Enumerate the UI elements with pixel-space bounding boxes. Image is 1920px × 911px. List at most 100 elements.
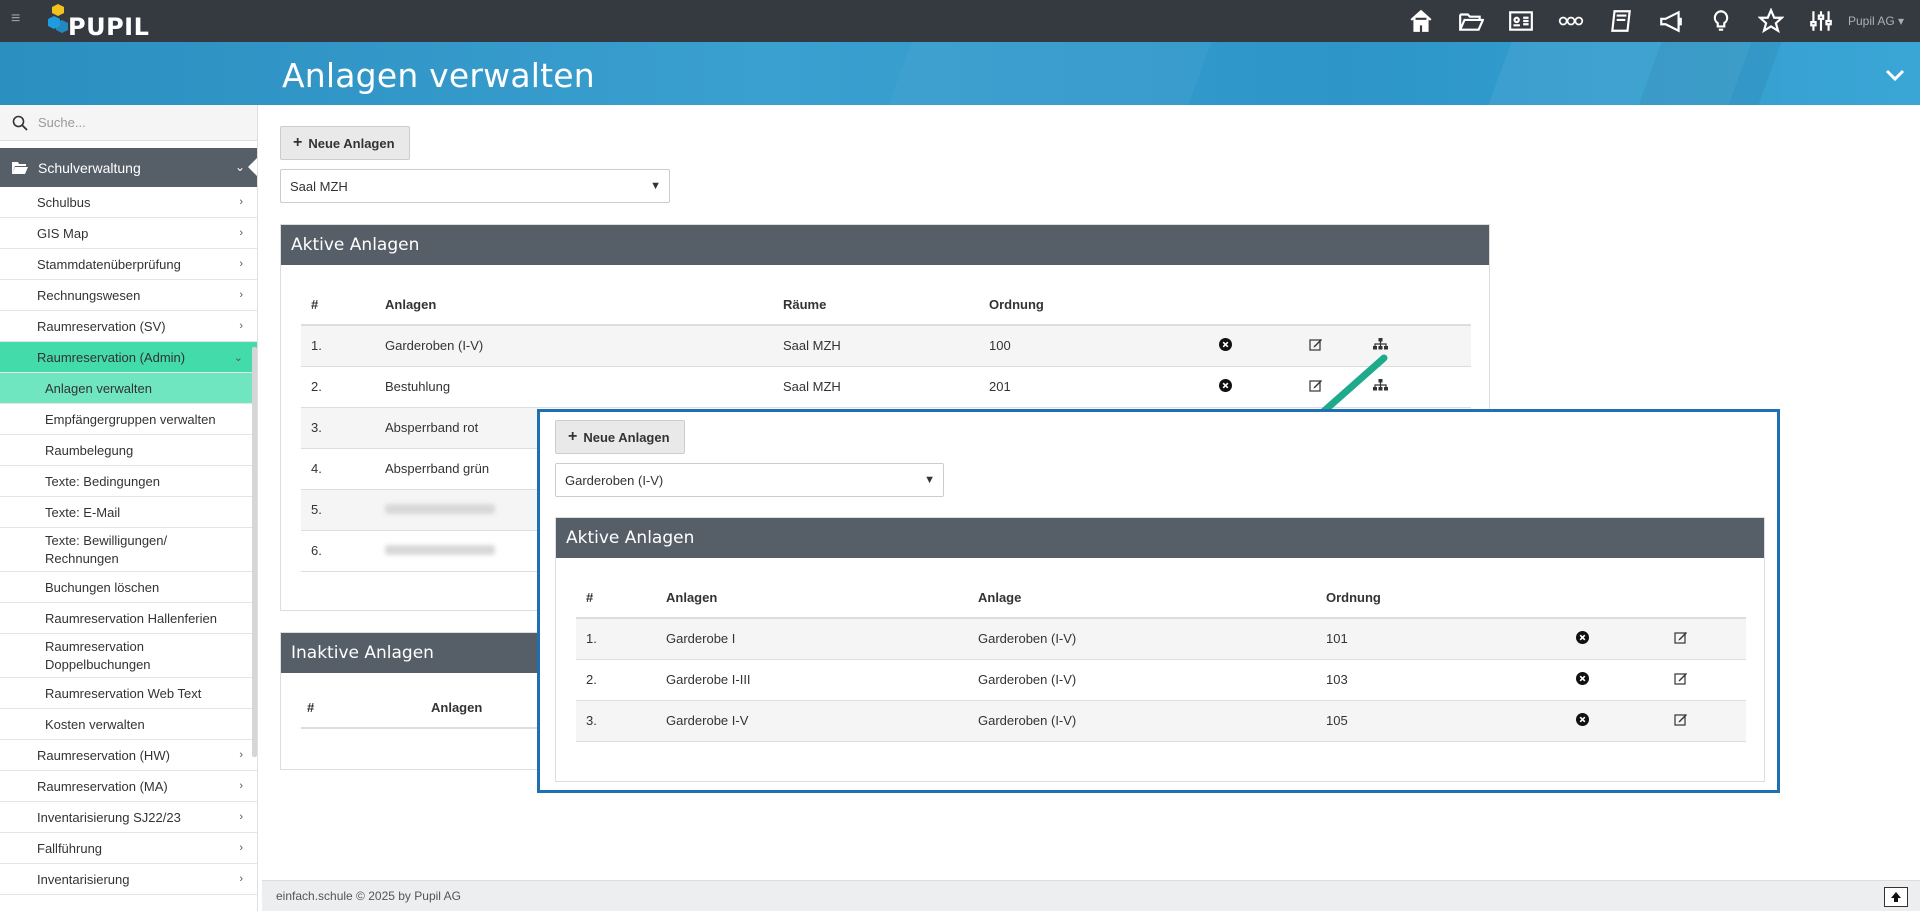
chevron-right-icon: › [239, 811, 243, 823]
sidebar-scrollbar[interactable] [252, 347, 257, 757]
sidebar-subitem-texte-bedingungen[interactable]: Texte: Bedingungen [0, 466, 257, 497]
sidebar-subitem-empfaengergruppen[interactable]: Empfängergruppen verwalten [0, 404, 257, 435]
sidebar-item-stammdaten[interactable]: Stammdatenüberprüfung › [0, 249, 257, 280]
table-row[interactable]: 2. Garderobe I-III Garderoben (I-V) 103 [576, 659, 1746, 701]
sidebar-item-label: Raumreservation (MA) [37, 778, 168, 794]
sidebar-item-label: Raumreservation (Admin) [37, 349, 186, 365]
column-header: Anlage [978, 578, 1326, 619]
sidebar-item-label: Raumreservation Web Text [45, 685, 202, 701]
order-value: 100 [989, 325, 1219, 367]
anlage-name: Garderobe I-V [666, 700, 978, 742]
row-number: 6. [301, 530, 385, 572]
edit-icon[interactable] [1674, 713, 1688, 726]
sliders-icon[interactable] [1796, 0, 1846, 42]
sidebar-item-label: Schulbus [37, 194, 91, 210]
lightbulb-icon[interactable] [1696, 0, 1746, 42]
button-label: Neue Anlagen [583, 429, 670, 445]
sidebar-item-raumreservation-admin[interactable]: Raumreservation (Admin) ⌄ [0, 342, 257, 373]
pupil-logo[interactable]: PUPIL [48, 2, 149, 41]
chevron-right-icon: › [239, 749, 243, 761]
star-icon[interactable] [1746, 0, 1796, 42]
chevron-right-icon: › [239, 873, 243, 885]
new-anlagen-button[interactable]: + Neue Anlagen [555, 420, 685, 454]
scroll-top-button[interactable] [1884, 887, 1908, 907]
anlage-select[interactable]: Garderoben (I-V) ▼ [555, 463, 944, 497]
sidebar-item-inventarisierung[interactable]: Inventarisierung › [0, 864, 257, 895]
logo-text: PUPIL [68, 13, 150, 41]
megaphone-icon[interactable] [1646, 0, 1696, 42]
folder-open-icon[interactable] [1446, 0, 1496, 42]
chevron-down-icon: ▼ [650, 180, 661, 192]
user-name: Pupil AG [1848, 14, 1895, 28]
delete-icon[interactable] [1219, 337, 1232, 351]
sidebar-subitem-raumbelegung[interactable]: Raumbelegung [0, 435, 257, 466]
user-menu[interactable]: Pupil AG ▾ [1848, 14, 1904, 28]
sidebar-item-label: Raumreservation Doppelbuchungen [45, 638, 151, 672]
sidebar-item-raumreservation-sv[interactable]: Raumreservation (SV) › [0, 311, 257, 342]
sidebar-subitem-web-text[interactable]: Raumreservation Web Text [0, 678, 257, 709]
anlage-name: Garderobe I-III [666, 659, 978, 701]
row-number: 1. [576, 618, 666, 660]
sidebar-item-label: Buchungen löschen [45, 579, 160, 595]
parent-anlage: Garderoben (I-V) [978, 700, 1326, 742]
sidebar-section-label: Schulverwaltung [38, 159, 141, 176]
overlay-active-panel: Aktive Anlagen # Anlagen Anlage Ordnung … [555, 517, 1765, 782]
delete-icon[interactable] [1576, 712, 1589, 726]
sidebar-item-raumreservation-hw[interactable]: Raumreservation (HW) › [0, 740, 257, 771]
delete-icon[interactable] [1576, 630, 1589, 644]
search-input[interactable]: Suche... [38, 115, 86, 130]
sidebar-subitem-hallenferien[interactable]: Raumreservation Hallenferien [0, 603, 257, 634]
home-icon[interactable] [1396, 0, 1446, 42]
sidebar-item-label: Texte: Bewilligungen/ Rechnungen [45, 532, 168, 566]
sidebar: Suche... Schulverwaltung ⌄ Schulbus › GIS… [0, 105, 258, 911]
sidebar-item-schulbus[interactable]: Schulbus › [0, 187, 257, 218]
chevron-down-icon[interactable] [1884, 64, 1906, 86]
sidebar-subitem-buchungen-loeschen[interactable]: Buchungen löschen [0, 572, 257, 603]
id-card-icon[interactable] [1496, 0, 1546, 42]
table-header-row: # Anlagen Räume Ordnung [301, 285, 1471, 326]
column-header: # [576, 578, 666, 619]
anlage-name: Garderoben (I-V) [385, 325, 783, 367]
infinity-icon[interactable] [1546, 0, 1596, 42]
sidebar-search[interactable]: Suche... [0, 105, 257, 141]
sitemap-icon[interactable] [1373, 338, 1388, 350]
sidebar-item-fallfuehrung[interactable]: Fallführung › [0, 833, 257, 864]
delete-icon[interactable] [1576, 671, 1589, 685]
sidebar-subitem-kosten[interactable]: Kosten verwalten [0, 709, 257, 740]
row-number: 3. [301, 407, 385, 449]
room-name: Saal MZH [783, 366, 989, 408]
chevron-down-icon: ⌄ [234, 160, 245, 174]
sidebar-item-label: Raumreservation (SV) [37, 318, 166, 334]
table-header-row: # Anlagen Anlage Ordnung [576, 578, 1746, 619]
edit-icon[interactable] [1674, 631, 1688, 644]
button-label: Neue Anlagen [308, 135, 395, 151]
menu-icon[interactable]: ≡ [11, 11, 27, 27]
sidebar-subitem-doppelbuchungen[interactable]: Raumreservation Doppelbuchungen [0, 634, 257, 678]
sidebar-subitem-anlagen-verwalten[interactable]: Anlagen verwalten [0, 373, 257, 404]
sidebar-item-raumreservation-ma[interactable]: Raumreservation (MA) › [0, 771, 257, 802]
column-header: Anlagen [385, 285, 783, 326]
sidebar-item-inventarisierung-sj[interactable]: Inventarisierung SJ22/23 › [0, 802, 257, 833]
room-name: Saal MZH [783, 325, 989, 367]
sidebar-section-schulverwaltung[interactable]: Schulverwaltung ⌄ [0, 148, 257, 187]
plus-icon: + [293, 134, 303, 151]
room-select[interactable]: Saal MZH ▼ [280, 169, 670, 203]
edit-icon[interactable] [1674, 672, 1688, 685]
sidebar-item-label: Anlagen verwalten [45, 380, 152, 396]
sidebar-item-gis-map[interactable]: GIS Map › [0, 218, 257, 249]
book-icon[interactable] [1596, 0, 1646, 42]
column-header: Ordnung [1326, 578, 1576, 619]
table-row[interactable]: 3. Garderobe I-V Garderoben (I-V) 105 [576, 700, 1746, 742]
table-row[interactable]: 1. Garderobe I Garderoben (I-V) 101 [576, 618, 1746, 660]
new-anlagen-button[interactable]: + Neue Anlagen [280, 126, 410, 160]
edit-icon[interactable] [1309, 338, 1323, 351]
delete-icon[interactable] [1219, 378, 1232, 392]
sidebar-subitem-texte-bewilligungen[interactable]: Texte: Bewilligungen/ Rechnungen [0, 528, 257, 572]
sidebar-subitem-texte-email[interactable]: Texte: E-Mail [0, 497, 257, 528]
page-header-banner: Anlagen verwalten [0, 42, 1920, 105]
blurred-text [385, 504, 495, 514]
sidebar-item-rechnungswesen[interactable]: Rechnungswesen › [0, 280, 257, 311]
row-number: 3. [576, 700, 666, 742]
order-value: 101 [1326, 618, 1576, 660]
column-header: # [301, 688, 431, 729]
